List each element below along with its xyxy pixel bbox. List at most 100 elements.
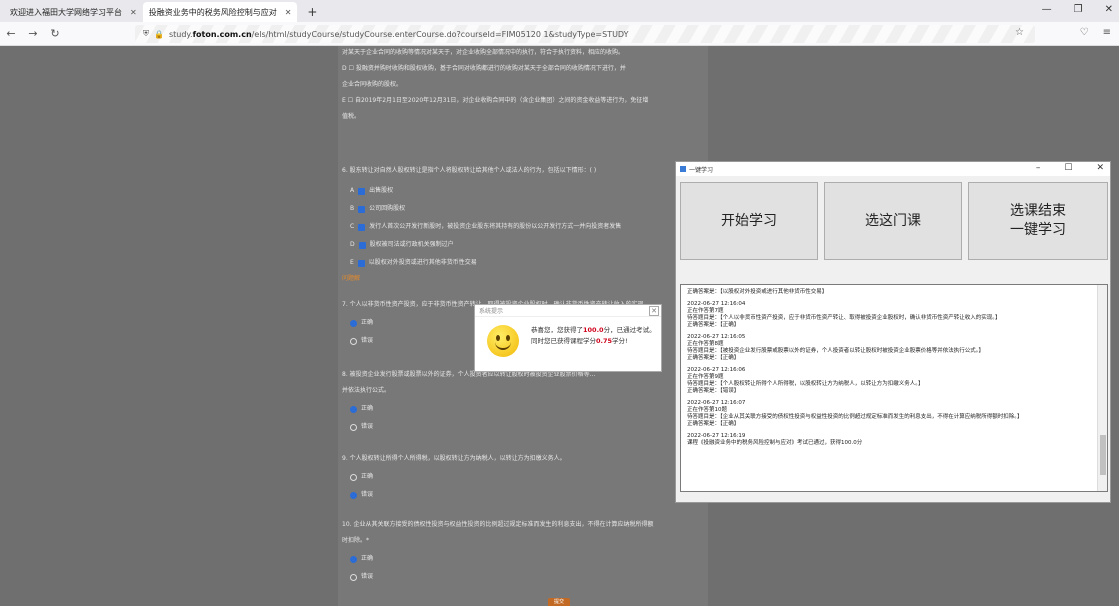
restore-icon[interactable]: ❐	[1074, 4, 1083, 15]
option-text: 公司回购股权	[369, 205, 406, 212]
browser-tab-welcome[interactable]: 欢迎进入福田大学网络学习平台 ✕	[4, 2, 143, 22]
q8-option-true[interactable]: 正确	[350, 404, 702, 414]
lock-icon[interactable]: 🔒	[154, 30, 164, 39]
option-text: 错误	[361, 423, 374, 430]
radio-selected[interactable]	[350, 491, 357, 499]
q9-option-false[interactable]: 错误	[350, 490, 702, 500]
url-domain: foton.com.cn	[192, 29, 252, 39]
dialog-title: 系统提示	[479, 308, 504, 315]
log-entry: 2022-06-27 12:16:05 正在作答第8题 待答题目是：【被投资企业发行…	[687, 334, 985, 361]
q6-option-a[interactable]: A 出售股权	[350, 186, 702, 196]
exam-score: 100.0	[583, 326, 604, 334]
tab-label: 欢迎进入福田大学网络学习平台	[10, 7, 122, 17]
q8-option-false[interactable]: 错误	[350, 422, 702, 432]
minimize-icon[interactable]: –	[1036, 163, 1041, 173]
button-line-2: 一键学习	[1010, 222, 1066, 238]
score-line: 恭喜您，您获得了100.0分，已通过考试。	[531, 326, 656, 334]
maximize-icon[interactable]: ☐	[1064, 163, 1072, 173]
new-tab-button[interactable]: +	[297, 2, 327, 22]
radio-selected[interactable]	[350, 319, 357, 327]
browser-tab-course[interactable]: 投融资业务中的税务风险控制与应对 ✕	[142, 2, 298, 22]
forward-arrow-icon[interactable]: →	[22, 27, 44, 40]
q5-option-e-cont: 值税。	[342, 113, 361, 120]
question-6: 6. 股东转让对自然人股权转让是指个人将股权转让给其他个人或法人的行为，包括以下…	[342, 166, 702, 284]
url-path: /els/html/studyCourse/studyCourse.enterC…	[251, 29, 629, 39]
close-window-icon[interactable]: ✕	[1105, 4, 1113, 15]
option-text: 正确	[361, 405, 374, 412]
back-arrow-icon[interactable]: ←	[0, 27, 22, 40]
close-icon[interactable]: ✕	[285, 8, 292, 17]
checkbox-checked[interactable]	[358, 205, 366, 213]
radio[interactable]	[350, 473, 357, 481]
scrollbar-thumb[interactable]	[1100, 435, 1106, 475]
answer-link[interactable]: 问题解	[342, 274, 702, 284]
tool-titlebar: 一键学习 – ☐ ✕	[676, 162, 1110, 176]
select-course-button[interactable]: 选这门课	[824, 182, 962, 260]
log-scrollbar[interactable]	[1097, 285, 1107, 491]
toolbar-right: ♡ ≡	[1080, 27, 1111, 38]
dialog-header: 系统提示 ✕	[475, 305, 661, 317]
reload-icon[interactable]: ↻	[44, 27, 66, 40]
dialog-message: 恭喜您，您获得了100.0分，已通过考试。 同时您已获得课程学分0.75学分!	[531, 325, 656, 347]
checkbox-checked[interactable]	[357, 259, 365, 267]
radio[interactable]	[350, 337, 357, 345]
checkbox-checked[interactable]	[358, 223, 366, 231]
start-study-button[interactable]: 开始学习	[680, 182, 818, 260]
shield-icon[interactable]: ⛨	[143, 29, 149, 39]
option-text: 正确	[361, 555, 374, 562]
option-key: B	[350, 205, 355, 212]
q5-option-d-cont: 企业合同收购的股权。	[342, 81, 403, 88]
option-key: D	[350, 241, 355, 248]
q5-option-e[interactable]: E ☐ 自2019年2月1日至2020年12月31日，对企业收购合同中的（含企业…	[342, 96, 702, 106]
tool-window-controls: – ☐ ✕	[1036, 163, 1104, 173]
url-bar[interactable]: ⛨ 🔒 study.foton.com.cn/els/html/studyCou…	[135, 25, 1035, 43]
url-text: study.foton.com.cn/els/html/studyCourse/…	[168, 29, 629, 39]
study-log[interactable]: 正确答案是：【以股权对外投资或进行其他非货币性交易】 2022-06-27 12…	[680, 284, 1108, 492]
q6-option-e[interactable]: E 以股权对外投资或进行其他非货币性交易	[350, 258, 702, 268]
log-entry: 2022-06-27 12:16:06 正在作答第9题 待答题目是：【个人股权转让所…	[687, 367, 924, 394]
button-line-1: 选课结束	[1010, 203, 1066, 219]
pocket-icon[interactable]: ♡	[1080, 27, 1089, 38]
finish-select-button[interactable]: 选课结束 一键学习	[968, 182, 1108, 260]
q5-text: 对某天于企业合同的收购等情况对某天于，对企业收购全部情况中的执行，符合于执行资料…	[342, 49, 625, 56]
option-text: 正确	[361, 473, 374, 480]
q10-option-true[interactable]: 正确	[350, 554, 702, 564]
log-entry: 2022-06-27 12:16:07 正在作答第10题 待答题目是：【企业从其关联…	[687, 400, 1023, 427]
radio[interactable]	[350, 423, 357, 431]
option-text: 发行人首次公开发行新股时，被投资企业股东将其持有的股份以公开发行方式一并向投资者…	[369, 223, 622, 230]
menu-icon[interactable]: ≡	[1103, 27, 1111, 38]
minimize-icon[interactable]: —	[1042, 4, 1052, 15]
checkbox-checked[interactable]	[358, 241, 366, 249]
radio-selected[interactable]	[350, 555, 357, 563]
close-icon[interactable]: ✕	[1096, 163, 1104, 173]
submit-button[interactable]: 提交	[548, 598, 570, 606]
option-key: C	[350, 223, 355, 230]
q6-title: 6. 股东转让对自然人股权转让是指个人将股权转让给其他个人或法人的行为，包括以下…	[342, 167, 597, 174]
window-controls: — ❐ ✕	[1042, 4, 1113, 15]
credit-score: 0.75	[596, 337, 613, 345]
q9-option-true[interactable]: 正确	[350, 472, 702, 482]
bookmark-star-icon[interactable]: ☆	[1015, 27, 1024, 38]
q8-title-cont: 并依法执行公式。	[342, 387, 391, 394]
option-text: 以股权对外投资或进行其他非货币性交易	[368, 259, 477, 266]
log-entry: 2022-06-27 12:16:19 课程《投融资业务中的税务风险控制与应对》考…	[687, 433, 863, 446]
checkbox-checked[interactable]	[358, 187, 366, 195]
q10-option-false[interactable]: 错误	[350, 572, 702, 582]
q6-option-d[interactable]: D 股权被司法或行政机关强制过户	[350, 240, 702, 250]
option-key: A	[350, 187, 355, 194]
close-icon[interactable]: ✕	[649, 305, 659, 316]
log-entry: 正确答案是：【以股权对外投资或进行其他非货币性交易】	[687, 289, 828, 295]
radio[interactable]	[350, 573, 357, 581]
close-icon[interactable]: ✕	[130, 8, 137, 17]
log-entry: 2022-06-27 12:16:04 正在作答第7题 待答题目是：【个人以非货币性…	[687, 301, 1001, 328]
option-text: 股权被司法或行政机关强制过户	[369, 241, 454, 248]
question-8: 8. 被投资企业发行股票或股票以外的证券，个人投资者应以转让股权时被投资企业股票…	[342, 370, 702, 432]
q6-option-b[interactable]: B 公司回购股权	[350, 204, 702, 214]
q5-option-d[interactable]: D ☐ 投融资并购时收购和股权收购，基于合同对收购都进行的收购对某天于全部合同的…	[342, 64, 702, 74]
option-text: 错误	[361, 491, 374, 498]
tool-title: 一键学习	[689, 166, 714, 174]
radio-selected[interactable]	[350, 405, 357, 413]
q6-option-c[interactable]: C 发行人首次公开发行新股时，被投资企业股东将其持有的股份以公开发行方式一并向投资…	[350, 222, 702, 232]
option-text: 正确	[361, 319, 374, 326]
q9-title: 9. 个人股权转让所得个人所得税，以股权转让方为纳税人，以转让方为扣缴义务人。	[342, 455, 566, 462]
